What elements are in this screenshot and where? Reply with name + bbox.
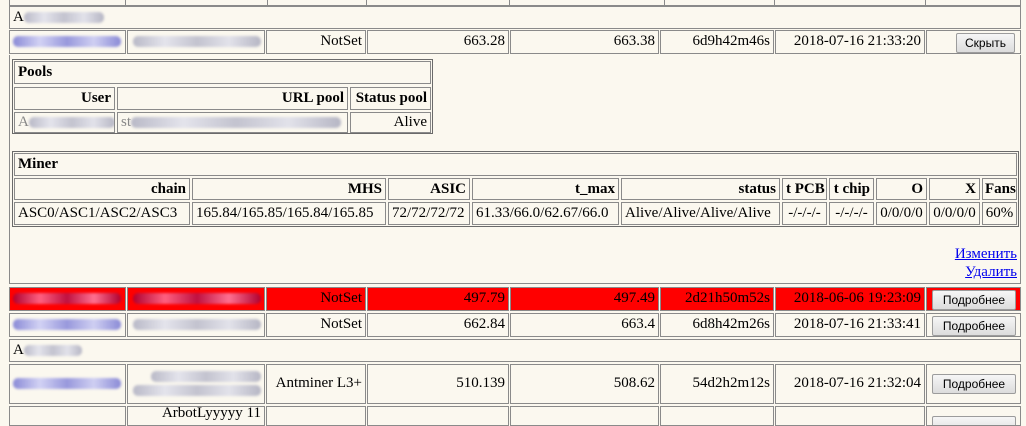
redacted-ip-link[interactable] — [13, 36, 121, 48]
worker-action-cell: Скрыть — [926, 30, 1021, 54]
miner-title: Miner — [14, 153, 1017, 176]
miner-header-mhs: MHS — [192, 178, 386, 200]
worker-action-cell: Подробнее — [926, 313, 1021, 337]
worker-hash-avg: 662.84 — [367, 313, 509, 337]
worker-hash-now: 508.62 — [510, 364, 659, 404]
miner-tmax-value: 61.33/66.0/62.67/66.0 — [472, 202, 619, 225]
worker-uptime: 2d21h50m52s — [660, 287, 774, 311]
worker-hash-now: 663.4 — [510, 313, 659, 337]
redacted-worker-name — [151, 371, 261, 383]
redacted-worker-name — [133, 293, 261, 305]
worker-hash-avg: 663.28 — [367, 30, 509, 54]
redacted-ip-link[interactable] — [13, 293, 121, 305]
worker-action-cell — [926, 406, 1021, 426]
worker-ip-cell[interactable] — [9, 313, 126, 337]
pools-title: Pools — [14, 61, 431, 84]
worker-ip-cell[interactable] — [9, 364, 126, 404]
redacted-group-name — [23, 12, 104, 24]
pools-header-user: User — [14, 87, 115, 110]
pool-url-prefix: st — [121, 114, 132, 130]
miner-chain-value: ASC0/ASC1/ASC2/ASC3 — [14, 202, 190, 225]
group-label: A — [13, 342, 24, 358]
miner-x-value: 0/0/0/0 — [929, 202, 980, 225]
worker-action-cell: Подробнее — [926, 287, 1021, 311]
worker-name-cell — [127, 313, 265, 337]
miner-asic-value: 72/72/72/72 — [388, 202, 470, 225]
miner-fans-value: 60% — [982, 202, 1017, 225]
pool-user-prefix: A — [18, 114, 29, 130]
worker-ip-cell[interactable] — [9, 287, 126, 311]
group-label: A — [13, 9, 24, 25]
details-panel: Pools User URL pool Status pool A st Ali… — [9, 55, 1021, 284]
miner-header-fans: Fans — [982, 178, 1017, 200]
details-button[interactable]: Подробнее — [932, 290, 1016, 310]
worker-ip-cell[interactable] — [9, 30, 126, 54]
redacted-worker-name — [133, 385, 261, 397]
worker-name-cell: ArbotLyyyyy 11 — [127, 406, 265, 426]
details-button[interactable]: Подробнее — [932, 316, 1016, 336]
worker-last-seen — [775, 406, 925, 426]
worker-name-cell — [127, 287, 265, 311]
worker-hash-avg — [367, 406, 509, 426]
worker-name-cell — [127, 30, 265, 54]
redacted-group-name — [23, 345, 82, 357]
edit-link[interactable]: Изменить — [955, 246, 1017, 263]
miner-table: Miner chain MHS ASIC t_max status t PCB … — [12, 151, 1019, 227]
worker-uptime — [660, 406, 774, 426]
miner-tchip-value: -/-/-/- — [829, 202, 874, 225]
worker-name-cell — [127, 364, 265, 404]
miner-status-value: Alive/Alive/Alive/Alive — [621, 202, 780, 225]
pools-url-cell: st — [117, 112, 348, 133]
worker-hash-now: 663.38 — [510, 30, 659, 54]
worker-pool-cell: NotSet — [266, 30, 366, 54]
worker-last-seen: 2018-07-16 21:32:04 — [775, 364, 925, 404]
worker-hash-avg: 497.79 — [367, 287, 509, 311]
miner-o-value: 0/0/0/0 — [876, 202, 927, 225]
worker-last-seen: 2018-07-16 21:33:41 — [775, 313, 925, 337]
worker-hash-now — [510, 406, 659, 426]
redacted-pool-url — [131, 117, 342, 129]
miner-header-o: O — [876, 178, 927, 200]
worker-ip-cell[interactable] — [9, 406, 126, 426]
worker-action-cell: Подробнее — [926, 364, 1021, 404]
redacted-worker-name — [133, 36, 261, 48]
worker-model-cell: Antminer L3+ — [266, 364, 366, 404]
worker-uptime: 6d8h42m26s — [660, 313, 774, 337]
worker-uptime: 6d9h42m46s — [660, 30, 774, 54]
details-button[interactable]: Подробнее — [932, 374, 1016, 394]
miner-header-x: X — [929, 178, 980, 200]
redacted-ip-link[interactable] — [13, 319, 121, 331]
miner-header-tmax: t_max — [472, 178, 619, 200]
redacted-pool-user — [28, 117, 114, 129]
miner-header-status: status — [621, 178, 780, 200]
worker-pool-cell — [266, 406, 366, 426]
miner-tpcb-value: -/-/-/- — [782, 202, 827, 225]
miner-header-tchip: t chip — [829, 178, 874, 200]
miner-header-tpcb: t PCB — [782, 178, 827, 200]
pools-table: Pools User URL pool Status pool A st Ali… — [12, 59, 433, 134]
details-button[interactable] — [932, 416, 1016, 425]
worker-last-seen: 2018-07-16 21:33:20 — [775, 30, 925, 54]
worker-hash-now: 497.49 — [510, 287, 659, 311]
worker-last-seen: 2018-06-06 19:23:09 — [775, 287, 925, 311]
delete-link[interactable]: Удалить — [965, 264, 1017, 281]
group-header: A — [9, 339, 1021, 362]
pools-user-cell: A — [14, 112, 115, 133]
worker-pool-cell: NotSet — [266, 287, 366, 311]
redacted-ip-link[interactable] — [13, 378, 121, 390]
worker-uptime: 54d2h2m12s — [660, 364, 774, 404]
pools-header-url: URL pool — [117, 87, 348, 110]
redacted-worker-name — [133, 319, 261, 331]
pools-status-cell: Alive — [350, 112, 431, 133]
hide-button[interactable]: Скрыть — [956, 33, 1015, 53]
miner-header-chain: chain — [14, 178, 190, 200]
miner-mhs-value: 165.84/165.85/165.84/165.85 — [192, 202, 386, 225]
worker-pool-cell: NotSet — [266, 313, 366, 337]
group-header: A — [9, 6, 1021, 29]
pools-header-status: Status pool — [350, 87, 431, 110]
worker-hash-avg: 510.139 — [367, 364, 509, 404]
miner-header-asic: ASIC — [388, 178, 470, 200]
